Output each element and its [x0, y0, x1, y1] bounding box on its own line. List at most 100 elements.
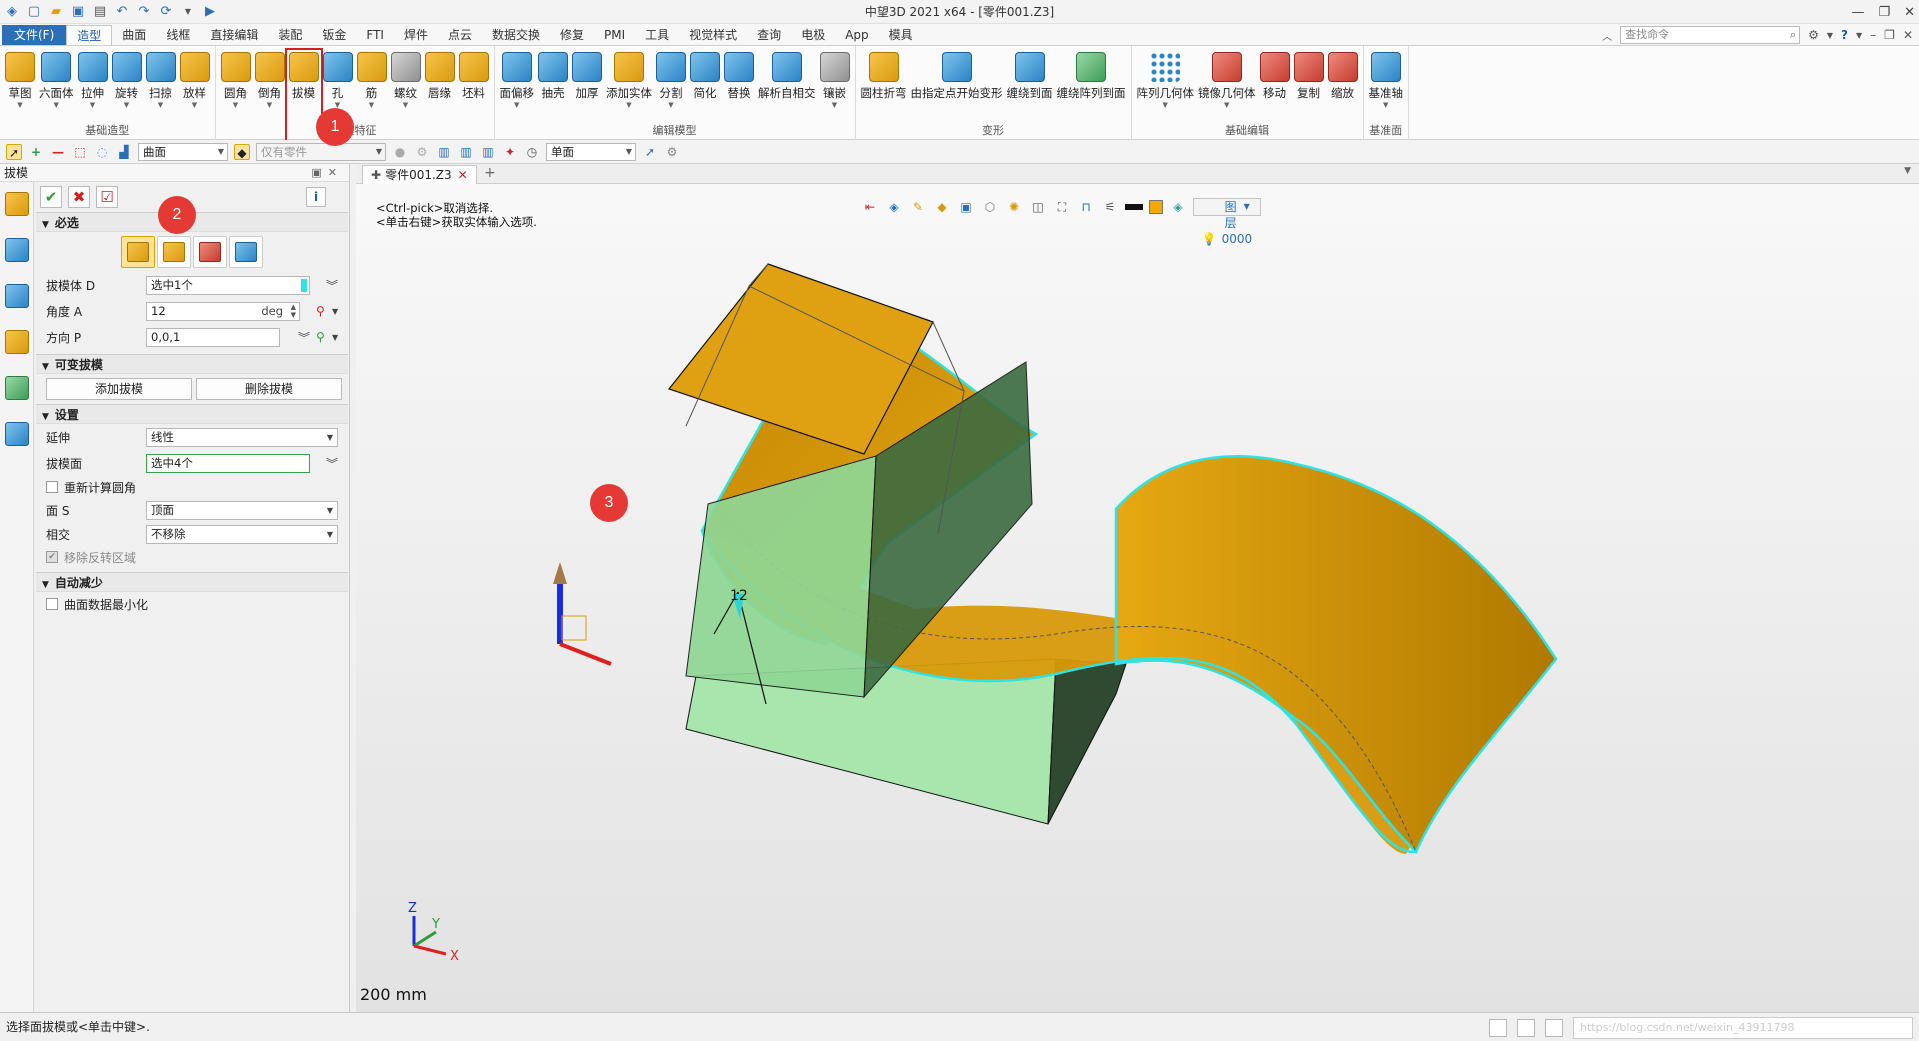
draft-type-step-button[interactable]: [229, 236, 263, 268]
dropdown-caret-icon[interactable]: ▼: [1827, 31, 1833, 40]
settings-gear-icon[interactable]: ⚙: [1808, 28, 1819, 42]
angle-field[interactable]: 12 deg ▲ ▼: [146, 301, 300, 321]
pin-icon[interactable]: ▣: [311, 166, 327, 179]
dropdown-caret-icon[interactable]: ▼: [54, 101, 59, 109]
dropdown-caret-icon[interactable]: ▼: [1163, 101, 1168, 109]
section-settings[interactable]: ▼ 设置: [36, 404, 348, 424]
regenerate-icon[interactable]: ⟳: [158, 4, 174, 20]
section-variable-draft[interactable]: ▼ 可变拔模: [36, 354, 348, 374]
dropdown-caret-icon[interactable]: ▼: [332, 307, 338, 316]
menu-tab-12[interactable]: 工具: [635, 25, 679, 45]
spinner-icon[interactable]: ▲ ▼: [291, 303, 296, 319]
section-auto-reduce[interactable]: ▼ 自动减少: [36, 572, 348, 592]
draft-body-field[interactable]: 选中1个: [146, 275, 310, 295]
dropdown-caret-icon[interactable]: ▼: [124, 101, 129, 109]
draft-type-edge-button[interactable]: [157, 236, 191, 268]
filter-combo[interactable]: 曲面 ▼: [138, 142, 228, 161]
menu-tab-17[interactable]: 模具: [879, 25, 923, 45]
dropdown-caret-icon[interactable]: ▼: [1224, 101, 1229, 109]
select-arrow-icon[interactable]: ➚: [6, 143, 22, 160]
menu-tab-6[interactable]: FTI: [356, 25, 394, 45]
circle-select-icon[interactable]: ◌: [94, 144, 110, 160]
new-file-icon[interactable]: ▢: [26, 4, 42, 20]
history-icon[interactable]: ◷: [524, 144, 540, 160]
expand-chevron-icon[interactable]: ︾: [298, 329, 310, 346]
align-center-icon[interactable]: ▥: [458, 144, 474, 160]
apply-button[interactable]: ☑: [96, 186, 118, 208]
status-display-button[interactable]: [1517, 1018, 1535, 1037]
draft-type-face-button[interactable]: [121, 236, 155, 268]
menu-tab-3[interactable]: 直接编辑: [200, 25, 268, 45]
redo-icon[interactable]: ↷: [136, 4, 152, 20]
measure-icon[interactable]: ⚲: [316, 304, 325, 318]
intersect-select[interactable]: 不移除 ▼: [146, 524, 338, 544]
dropdown-caret-icon[interactable]: ▼: [1383, 101, 1388, 109]
open-file-icon[interactable]: ▰: [48, 4, 64, 20]
draft-tab-icon[interactable]: [4, 192, 29, 216]
dropdown-caret-icon[interactable]: ▼: [514, 101, 519, 109]
menu-tab-5[interactable]: 钣金: [312, 25, 356, 45]
filter-icon[interactable]: ▟: [116, 144, 132, 160]
recalc-fillet-checkbox[interactable]: [46, 481, 58, 493]
dropdown-caret-icon[interactable]: ▼: [192, 101, 197, 109]
menu-tab-1[interactable]: 曲面: [112, 25, 156, 45]
delete-draft-button[interactable]: 删除拔模: [196, 378, 342, 400]
undo-icon[interactable]: ↶: [114, 4, 130, 20]
lock-icon[interactable]: ●: [392, 144, 408, 160]
cancel-button[interactable]: ✖: [68, 186, 90, 208]
pick-mode-combo[interactable]: 单面 ▼: [546, 142, 636, 161]
model-canvas[interactable]: 12 Z Y X: [356, 164, 1919, 1012]
doc-minimize-button[interactable]: –: [1870, 28, 1876, 42]
close-icon[interactable]: ✕: [328, 166, 343, 179]
dropdown-caret-icon[interactable]: ▼: [180, 4, 196, 20]
remove-selection-icon[interactable]: —: [50, 144, 66, 160]
draft-face-field[interactable]: 选中4个: [146, 453, 310, 473]
dropdown-caret-icon[interactable]: ▼: [233, 101, 238, 109]
cursor-icon[interactable]: ➚: [642, 144, 658, 160]
menu-tab-8[interactable]: 点云: [438, 25, 482, 45]
menu-tab-11[interactable]: PMI: [594, 25, 635, 45]
doc-restore-button[interactable]: ❐: [1884, 28, 1895, 42]
dropdown-caret-icon[interactable]: ▼: [403, 101, 408, 109]
align-right-icon[interactable]: ▥: [480, 144, 496, 160]
minimize-button[interactable]: —: [1851, 5, 1864, 20]
menu-tab-14[interactable]: 查询: [747, 25, 791, 45]
dropdown-caret-icon[interactable]: ▼: [369, 101, 374, 109]
dropdown-caret-icon[interactable]: ▼: [332, 333, 338, 342]
app-logo-icon[interactable]: ◈: [4, 4, 20, 20]
add-selection-icon[interactable]: +: [28, 144, 44, 160]
menu-tab-4[interactable]: 装配: [268, 25, 312, 45]
dropdown-caret-icon[interactable]: ▼: [1856, 31, 1862, 40]
draft-type-parting-button[interactable]: [193, 236, 227, 268]
direction-field[interactable]: 0,0,1: [146, 327, 280, 347]
collapse-ribbon-icon[interactable]: ︿: [1602, 28, 1612, 43]
orange-surface-right[interactable]: [1114, 454, 1558, 855]
ok-button[interactable]: ✔: [40, 186, 62, 208]
info-icon[interactable]: i: [306, 187, 326, 207]
direction-vector-icon[interactable]: ⚲: [316, 330, 325, 344]
dropdown-caret-icon[interactable]: ▼: [17, 101, 22, 109]
dropdown-caret-icon[interactable]: ▼: [90, 101, 95, 109]
file-menu[interactable]: 文件(F): [2, 25, 67, 45]
pick-settings-icon[interactable]: ⚙: [664, 144, 680, 160]
assembly-tree-icon[interactable]: [4, 284, 29, 308]
menu-tab-7[interactable]: 焊件: [394, 25, 438, 45]
face-s-select[interactable]: 顶面 ▼: [146, 500, 338, 520]
search-icon[interactable]: ⌕: [1790, 27, 1796, 43]
dropdown-caret-icon[interactable]: ▼: [832, 101, 837, 109]
user-icon[interactable]: [4, 422, 29, 446]
part-library-icon[interactable]: [4, 330, 29, 354]
print-icon[interactable]: ▤: [92, 4, 108, 20]
dropdown-caret-icon[interactable]: ▼: [267, 101, 272, 109]
menu-tab-2[interactable]: 线框: [156, 25, 200, 45]
dropdown-caret-icon[interactable]: ▼: [626, 101, 631, 109]
status-toggle-button[interactable]: [1489, 1018, 1507, 1037]
run-icon[interactable]: ▶: [202, 4, 218, 20]
extend-select[interactable]: 线性 ▼: [146, 427, 338, 447]
command-search-input[interactable]: 查找命令 ⌕: [1620, 26, 1801, 44]
menu-tab-16[interactable]: App: [835, 25, 878, 45]
add-draft-button[interactable]: 添加拔模: [46, 378, 192, 400]
restore-button[interactable]: ❐: [1878, 5, 1890, 20]
remove-flip-checkbox[interactable]: ✔: [46, 551, 58, 563]
expand-chevron-icon[interactable]: ︾: [326, 455, 338, 472]
